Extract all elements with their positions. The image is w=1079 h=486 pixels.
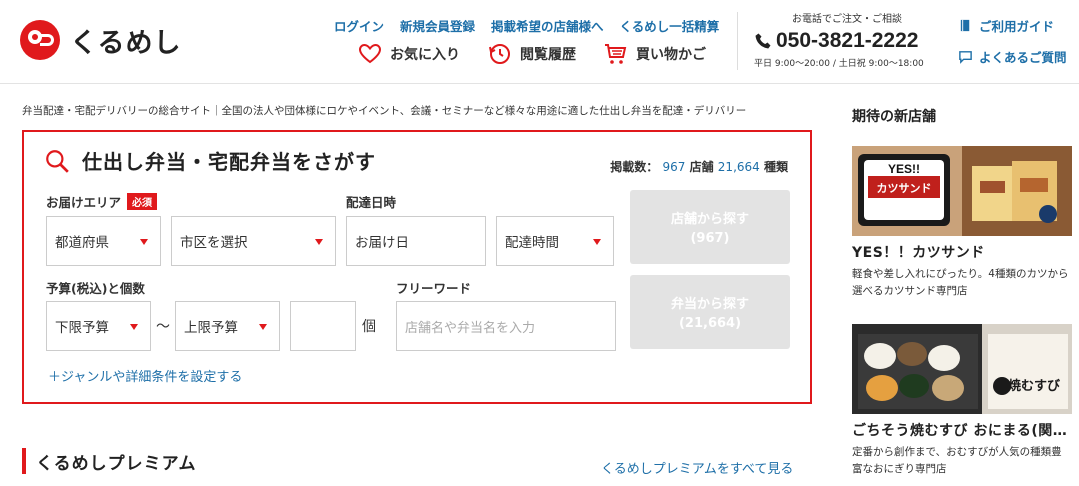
datetime-label: 配達日時 [346,195,397,210]
guide-link[interactable]: ご利用ガイド [958,16,1067,35]
area-label-text: お届けエリア [46,195,122,210]
shop-description: 定番から創作まで、おむすびが人気の種類豊富なおにぎり専門店 [852,446,1062,475]
premium-title: くるめしプレミアム [36,453,197,474]
required-badge: 必須 [127,193,158,210]
listing-count: 掲載数： 967 店舗 21,664 種類 [610,158,788,175]
prefecture-value: 都道府県 [55,235,109,251]
search-icon [46,149,69,173]
faq-link[interactable]: よくあるご質問 [958,47,1067,66]
dropdown-arrow-icon [593,239,601,245]
history-button[interactable]: 閲覧履歴 [488,42,576,66]
delivery-date-value: お届け日 [355,235,409,251]
shop-card[interactable]: YES!! カツサンド YES！！カツサンド 軽食や差し入れにぴったり。4種類の… [852,146,1072,300]
delivery-time-value: 配達時間 [505,235,559,251]
city-select[interactable]: 市区を選択 [171,216,336,266]
history-icon [489,44,510,64]
search-by-bento-button[interactable]: 弁当から探す (21,664) [630,275,790,349]
bento-button-label: 弁当から探す [670,297,749,312]
store-listing-link[interactable]: 掲載希望の店舗様へ [491,16,604,35]
login-link[interactable]: ログイン [334,16,384,35]
budget-min-select[interactable]: 下限予算 [46,301,151,351]
budget-max-select[interactable]: 上限予算 [175,301,280,351]
delivery-time-select[interactable]: 配達時間 [496,216,614,266]
store-button-count: (967) [690,231,730,246]
site-header: くるめし ログイン 新規会員登録 掲載希望の店舗様へ くるめし一括精算 お気に入… [0,0,1079,84]
favorites-button[interactable]: お気に入り [358,42,460,66]
prefecture-select[interactable]: 都道府県 [46,216,161,266]
logo-text: くるめし [70,27,182,59]
book-icon [960,19,970,32]
header-divider [737,12,738,70]
dropdown-arrow-icon [130,324,138,330]
city-value: 市区を選択 [180,235,248,251]
search-panel: 仕出し弁当・宅配弁当をさがす 掲載数： 967 店舗 21,664 種類 お届け… [22,130,812,404]
bulk-settlement-link[interactable]: くるめし一括精算 [620,16,720,35]
chat-bubble-icon [959,51,972,64]
phone-hours: 平日 9:00〜20:00 / 土日祝 9:00〜18:00 [754,59,924,69]
budget-label: 予算(税込)と個数 [46,281,145,296]
shop-name: ごちそう焼むすび おにまる(関… [852,423,1068,439]
premium-heading: くるめしプレミアム [22,448,196,474]
faq-label: よくあるご質問 [979,50,1067,65]
dropdown-arrow-icon [259,324,267,330]
freeword-label: フリーワード [396,281,472,296]
phone-number[interactable]: 050-3821-2222 [754,29,940,53]
dropdown-arrow-icon [315,239,323,245]
svg-text:カツサンド: カツサンド [877,182,932,195]
delivery-date-field[interactable]: お届け日 [346,216,486,266]
logo-mark-icon [20,20,60,60]
search-title: 仕出し弁当・宅配弁当をさがす [44,146,376,175]
heading-accent-bar [22,448,26,474]
genre-detail-link[interactable]: ＋ジャンルや詳細条件を設定する [48,366,242,385]
header-nav: お気に入り 閲覧履歴 買い物かご [358,42,706,66]
premium-see-all-link[interactable]: くるめしプレミアムをすべて見る [601,458,793,477]
new-shops-heading: 期待の新店舗 [852,109,936,125]
store-button-label: 店舗から探す [670,212,749,227]
bento-button-count: (21,664) [678,316,742,331]
top-links: ログイン 新規会員登録 掲載希望の店舗様へ くるめし一括精算 [334,16,719,35]
quantity-input[interactable] [290,301,356,351]
phone-number-text: 050-3821-2222 [776,29,919,52]
store-unit: 店舗 [689,160,714,174]
freeword-input[interactable]: 店舗名や弁当名を入力 [396,301,616,351]
store-count: 967 [662,160,686,174]
budget-max-value: 上限予算 [184,320,238,336]
dropdown-arrow-icon [140,239,148,245]
phone-block: お電話でご注文・ご相談 050-3821-2222 平日 9:00〜20:00 … [754,10,940,69]
item-unit: 種類 [763,160,788,174]
quantity-unit: 個 [362,319,376,335]
guide-label: ご利用ガイド [979,19,1055,34]
favorites-label: お気に入り [390,47,460,63]
freeword-placeholder: 店舗名や弁当名を入力 [405,320,536,336]
register-link[interactable]: 新規会員登録 [400,16,475,35]
svg-text:YES!!: YES!! [888,162,920,176]
heart-icon [358,43,382,64]
phone-icon [755,33,771,49]
cart-button[interactable]: 買い物かご [604,42,706,66]
shop-image: 焼むすび [852,324,1072,414]
phone-label: お電話でご注文・ご相談 [792,14,902,25]
help-links: ご利用ガイド よくあるご質問 [958,16,1067,78]
area-label: お届けエリア 必須 [46,192,158,211]
site-logo[interactable]: くるめし [20,20,181,60]
range-tilde: 〜 [156,319,170,335]
search-by-store-button[interactable]: 店舗から探す (967) [630,190,790,264]
shop-card[interactable]: 焼むすび ごちそう焼むすび おにまる(関… 定番から創作まで、おむすびが人気の種… [852,324,1072,478]
shop-description: 軽食や差し入れにぴったり。4種類のカツから選べるカツサンド専門店 [852,268,1069,297]
search-title-text: 仕出し弁当・宅配弁当をさがす [82,150,376,174]
cart-label: 買い物かご [636,47,706,63]
cart-icon [605,44,627,64]
count-prefix: 掲載数： [610,160,659,174]
item-count: 21,664 [717,160,760,174]
history-label: 閲覧履歴 [520,47,576,63]
shop-name: YES！！カツサンド [852,245,985,261]
svg-text:焼むすび: 焼むすび [1008,378,1061,394]
site-tagline: 弁当配達・宅配デリバリーの総合サイト｜全国の法人や団体様にロケやイベント、会議・… [22,105,747,117]
budget-min-value: 下限予算 [55,320,109,336]
shop-image: YES!! カツサンド [852,146,1072,236]
